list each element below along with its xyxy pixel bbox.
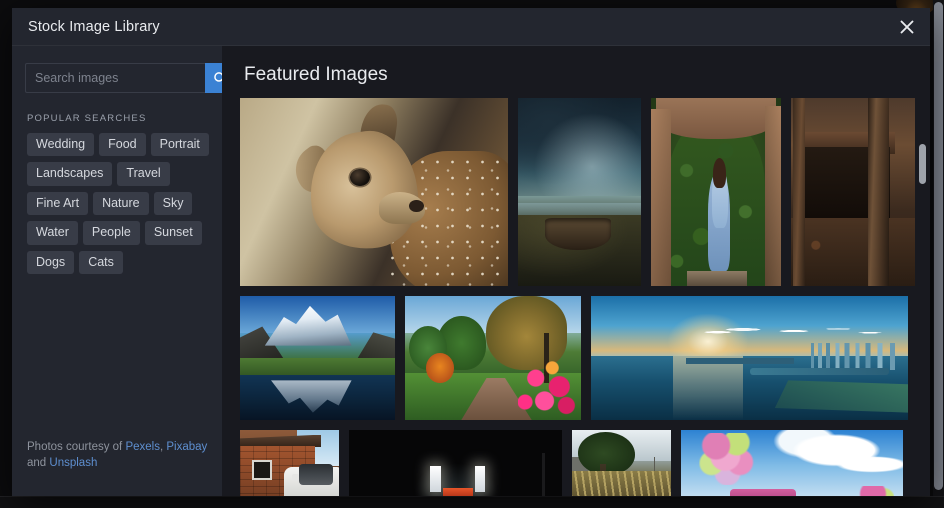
featured-images-panel: Featured Images <box>222 46 930 496</box>
credits-prefix: Photos courtesy of <box>27 440 126 453</box>
page-title: Stock Image Library <box>28 18 160 35</box>
photo-deer-fawn[interactable] <box>240 98 508 286</box>
tag-chip[interactable]: People <box>82 221 140 245</box>
featured-images-heading: Featured Images <box>244 64 388 85</box>
pixabay-link[interactable]: Pixabay <box>166 441 207 453</box>
page-bottom-bar <box>0 496 944 508</box>
tag-chip[interactable]: Cats <box>79 250 123 274</box>
photo-grid <box>240 98 915 496</box>
modal-header: Stock Image Library <box>12 8 930 46</box>
search-input[interactable] <box>25 63 205 93</box>
photo-credits: Photos courtesy of Pexels, Pixabay and U… <box>12 439 222 496</box>
tag-chip[interactable]: Sunset <box>144 221 202 245</box>
tag-chip[interactable]: Wedding <box>27 133 95 157</box>
search-row <box>25 63 235 93</box>
tag-chip[interactable]: Portrait <box>150 133 209 157</box>
photo-night-road[interactable] <box>349 430 562 496</box>
photo-brick-house-truck[interactable] <box>240 430 339 496</box>
page-scrollbar[interactable] <box>933 0 944 496</box>
modal-body: POPULAR SEARCHES WeddingFoodPortrait Land… <box>12 46 930 496</box>
stock-image-library-modal: Stock Image Library POPULAR SEARCHES Wed… <box>12 8 930 496</box>
photo-grid-row <box>240 98 915 286</box>
tag-chip[interactable]: Landscapes <box>27 162 113 186</box>
photo-grid-row <box>240 430 912 496</box>
tag-chip[interactable]: Nature <box>93 191 149 216</box>
close-icon <box>900 20 914 34</box>
tag-chip[interactable]: Fine Art <box>27 191 89 216</box>
photo-woman-ivy-arch[interactable] <box>651 98 781 286</box>
tag-chip[interactable]: Food <box>99 133 146 157</box>
photo-forest-cabin[interactable] <box>791 98 915 286</box>
photo-field-tree[interactable] <box>572 430 671 496</box>
sidebar: POPULAR SEARCHES WeddingFoodPortrait Land… <box>12 46 235 496</box>
tag-chip[interactable]: Water <box>27 221 78 245</box>
credits-separator-2: and <box>27 457 50 470</box>
tag-chip[interactable]: Dogs <box>27 250 75 274</box>
content-scrollbar[interactable] <box>919 46 929 496</box>
popular-searches-label: POPULAR SEARCHES <box>27 113 147 124</box>
pexels-link[interactable]: Pexels <box>125 441 160 453</box>
tag-chip[interactable]: Travel <box>117 162 170 186</box>
photo-garden-path[interactable] <box>405 296 581 420</box>
photo-boat-storm[interactable] <box>518 98 641 286</box>
close-button[interactable] <box>888 8 926 46</box>
photo-flower-float[interactable] <box>681 430 903 496</box>
photo-mountain-reflection[interactable] <box>240 296 395 420</box>
photo-grid-row <box>240 296 912 420</box>
popular-search-tags: Wedding Food Portrait Landscapes Travel Fine … <box>27 133 209 274</box>
photo-city-bay-panorama[interactable] <box>591 296 908 420</box>
unsplash-link[interactable]: Unsplash <box>49 457 97 469</box>
tag-chip[interactable]: Sky <box>153 191 193 216</box>
page-scrollbar-thumb[interactable] <box>934 2 943 490</box>
content-scrollbar-thumb[interactable] <box>919 144 926 184</box>
